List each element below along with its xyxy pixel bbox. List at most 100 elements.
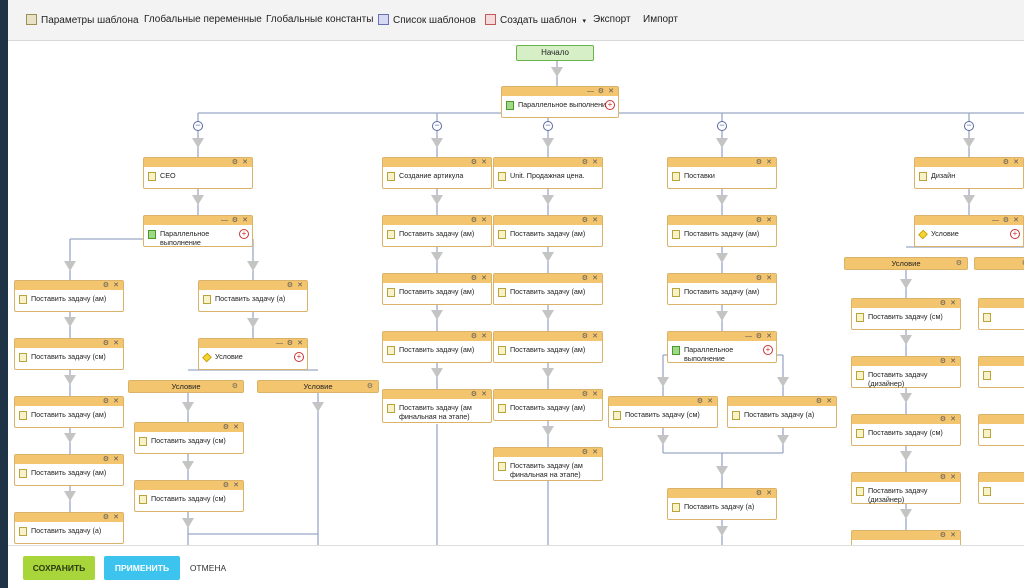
flow-arrow-icon[interactable] [64, 261, 76, 271]
close-icon[interactable]: ✕ [592, 332, 598, 341]
task-block[interactable]: ⚙ [978, 356, 1024, 388]
close-icon[interactable]: ✕ [233, 423, 239, 432]
close-icon[interactable]: ✕ [242, 158, 248, 167]
flow-arrow-icon[interactable] [716, 138, 728, 148]
minimize-icon[interactable]: — [276, 339, 283, 348]
flow-arrow-icon[interactable] [542, 138, 554, 148]
close-icon[interactable]: ✕ [766, 489, 772, 498]
gear-icon[interactable]: ⚙ [598, 87, 604, 96]
start-node[interactable]: Начало [516, 45, 594, 61]
close-icon[interactable]: ✕ [113, 397, 119, 406]
gear-icon[interactable]: ⚙ [1003, 158, 1009, 167]
condition-block[interactable]: ✕ ⚙ — Условие + [198, 338, 308, 370]
gear-icon[interactable]: ⚙ [1003, 216, 1009, 225]
gear-icon[interactable]: ⚙ [756, 489, 762, 498]
add-branch-icon[interactable]: + [239, 229, 249, 239]
gear-icon[interactable]: ⚙ [471, 274, 477, 283]
gear-icon[interactable]: ⚙ [232, 381, 238, 392]
export-button[interactable]: Экспорт [593, 14, 631, 25]
flow-arrow-icon[interactable] [777, 377, 789, 387]
flow-arrow-icon[interactable] [542, 426, 554, 436]
task-block[interactable]: ✕ ⚙ Поставить задачу (ам) [667, 273, 777, 305]
close-icon[interactable]: ✕ [950, 473, 956, 482]
add-branch-icon[interactable]: + [605, 100, 615, 110]
close-icon[interactable]: ✕ [233, 481, 239, 490]
branch-block-article[interactable]: ✕ ⚙ Создание артикула [382, 157, 492, 189]
close-icon[interactable]: ✕ [592, 448, 598, 457]
task-block[interactable]: ✕ ⚙ Поставить задачу (см) [134, 480, 244, 512]
branch-block-unit[interactable]: ✕ ⚙ Unit. Продажная цена. [493, 157, 603, 189]
close-icon[interactable]: ✕ [950, 299, 956, 308]
gear-icon[interactable]: ⚙ [582, 216, 588, 225]
flow-arrow-icon[interactable] [963, 138, 975, 148]
flow-arrow-icon[interactable] [182, 402, 194, 412]
gear-icon[interactable]: ⚙ [756, 216, 762, 225]
flow-arrow-icon[interactable] [657, 435, 669, 445]
flow-arrow-icon[interactable] [247, 318, 259, 328]
task-block[interactable]: ✕ ⚙ Поставить задачу (ам) [493, 273, 603, 305]
add-branch-icon[interactable]: + [763, 345, 773, 355]
gear-icon[interactable]: ⚙ [940, 531, 946, 540]
flow-arrow-icon[interactable] [716, 311, 728, 321]
task-block[interactable]: ✕ ⚙ Поставить задачу (ам) [382, 215, 492, 247]
gear-icon[interactable]: ⚙ [232, 216, 238, 225]
task-block[interactable]: ✕ ⚙ Поставить задачу (дизайнер) [851, 356, 961, 388]
task-block[interactable]: ✕ ⚙ Поставить задачу (а) [14, 512, 124, 544]
gear-icon[interactable]: ⚙ [940, 415, 946, 424]
close-icon[interactable]: ✕ [297, 339, 303, 348]
gear-icon[interactable]: ⚙ [287, 281, 293, 290]
task-block[interactable]: ✕ ⚙ Поставить задачу (ам) [667, 215, 777, 247]
gear-icon[interactable]: ⚙ [223, 423, 229, 432]
close-icon[interactable]: ✕ [592, 216, 598, 225]
task-block[interactable]: ✕ ⚙ Поставить задачу (ам финальная на этап… [382, 389, 492, 423]
close-icon[interactable]: ✕ [113, 513, 119, 522]
global-constants-button[interactable]: Глобальные константы [266, 14, 373, 25]
flow-arrow-icon[interactable] [716, 526, 728, 536]
flow-arrow-icon[interactable] [431, 195, 443, 205]
add-branch-icon[interactable]: + [294, 352, 304, 362]
flow-arrow-icon[interactable] [192, 138, 204, 148]
parallel-block[interactable]: ✕ ⚙ — Параллельное выполнение + [143, 215, 253, 247]
close-icon[interactable]: ✕ [766, 332, 772, 341]
condition-branch-header[interactable]: Условие ⚙ [257, 380, 379, 393]
flow-arrow-icon[interactable] [777, 435, 789, 445]
task-block[interactable]: ✕ ⚙ Поставить задачу (а) [667, 488, 777, 520]
add-branch-icon[interactable]: + [1010, 229, 1020, 239]
gear-icon[interactable]: ⚙ [471, 216, 477, 225]
apply-button[interactable]: ПРИМЕНИТЬ [104, 556, 180, 580]
flow-arrow-icon[interactable] [64, 491, 76, 501]
task-block[interactable]: ✕ ⚙ Поставить задачу (см) [851, 298, 961, 330]
flow-arrow-icon[interactable] [542, 195, 554, 205]
flow-arrow-icon[interactable] [64, 317, 76, 327]
gear-icon[interactable]: ⚙ [103, 397, 109, 406]
template-params-button[interactable]: Параметры шаблона [26, 14, 139, 26]
close-icon[interactable]: ✕ [608, 87, 614, 96]
flow-arrow-icon[interactable] [900, 451, 912, 461]
task-block[interactable]: ✕ ⚙ [851, 530, 961, 545]
task-block[interactable]: ✕ ⚙ Поставить задачу (ам) [382, 331, 492, 363]
close-icon[interactable]: ✕ [242, 216, 248, 225]
task-block[interactable]: ✕ ⚙ Поставить задачу (а) [198, 280, 308, 312]
flow-arrow-icon[interactable] [551, 67, 563, 77]
task-block[interactable]: ✕ ⚙ Поставить задачу (см) [134, 422, 244, 454]
task-block[interactable]: ✕ ⚙ Поставить задачу (дизайнер) [851, 472, 961, 504]
flow-arrow-icon[interactable] [716, 253, 728, 263]
cancel-button[interactable]: ОТМЕНА [188, 556, 228, 580]
close-icon[interactable]: ✕ [950, 531, 956, 540]
gear-icon[interactable]: ⚙ [232, 158, 238, 167]
gear-icon[interactable]: ⚙ [103, 455, 109, 464]
flow-arrow-icon[interactable] [431, 310, 443, 320]
minimize-icon[interactable]: — [745, 332, 752, 341]
gear-icon[interactable]: ⚙ [697, 397, 703, 406]
create-template-button[interactable]: Создать шаблон ▾ [485, 14, 586, 26]
flow-arrow-icon[interactable] [192, 195, 204, 205]
task-block[interactable]: ⚙ [978, 298, 1024, 330]
flow-arrow-icon[interactable] [64, 433, 76, 443]
gear-icon[interactable]: ⚙ [103, 281, 109, 290]
flow-arrow-icon[interactable] [963, 195, 975, 205]
gear-icon[interactable]: ⚙ [756, 332, 762, 341]
minimize-icon[interactable]: — [587, 87, 594, 96]
gear-icon[interactable]: ⚙ [223, 481, 229, 490]
close-icon[interactable]: ✕ [592, 274, 598, 283]
close-icon[interactable]: ✕ [766, 216, 772, 225]
